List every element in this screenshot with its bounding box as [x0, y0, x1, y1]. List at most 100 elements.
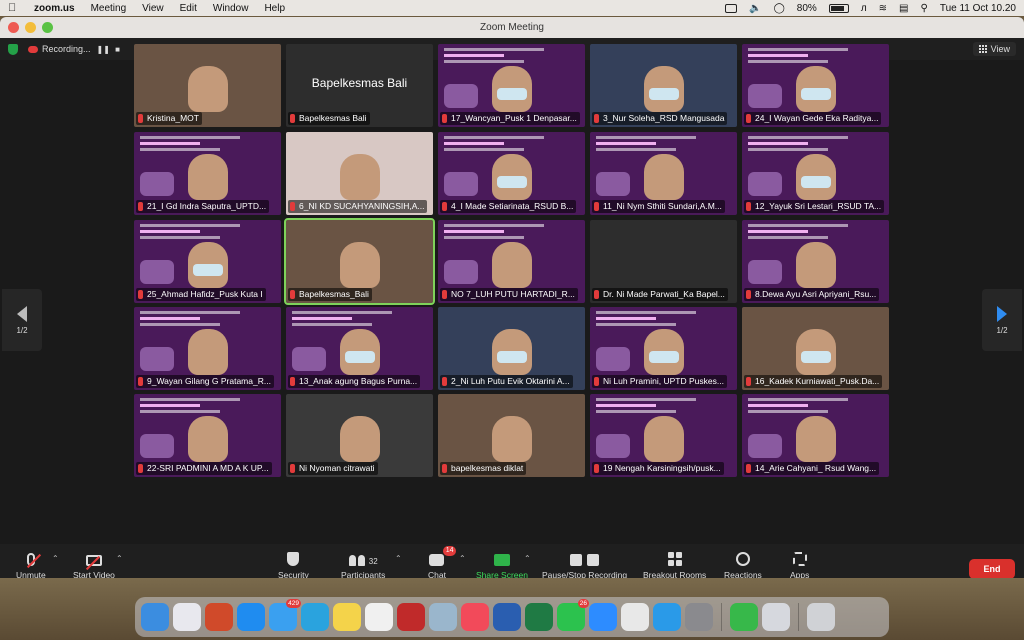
- chrome-icon[interactable]: [621, 603, 649, 631]
- chat-button[interactable]: 14 Chat: [428, 546, 457, 580]
- participant-tile[interactable]: 24_I Wayan Gede Eka Raditya...: [742, 44, 889, 127]
- participants-icon: [348, 554, 365, 566]
- participant-tile[interactable]: 9_Wayan Gilang G Pratama_R...: [134, 307, 281, 390]
- app-store-icon[interactable]: [237, 603, 265, 631]
- participant-tile[interactable]: NO 7_LUH PUTU HARTADI_R...: [438, 220, 585, 303]
- spotlight-icon[interactable]: ⚲: [921, 3, 928, 14]
- preview-icon[interactable]: [762, 603, 790, 631]
- face-mask: [496, 88, 527, 100]
- wifi-icon[interactable]: ≋: [879, 3, 887, 14]
- start-video-button[interactable]: Start Video: [73, 550, 115, 580]
- participant-tile[interactable]: 12_Yayuk Sri Lestari_RSUD TA...: [742, 132, 889, 215]
- stop-recording-icon[interactable]: ■: [113, 45, 123, 54]
- fullscreen-window-icon[interactable]: [42, 22, 53, 33]
- mic-muted-icon: [746, 464, 751, 473]
- music-icon[interactable]: [461, 603, 489, 631]
- participant-tile[interactable]: Bapelkesmas Bali Bapelkesmas Bali: [286, 44, 433, 127]
- face-mask: [496, 351, 527, 363]
- battery-percent[interactable]: 80%: [797, 3, 817, 14]
- participants-button[interactable]: 32 Participants: [341, 550, 385, 580]
- face-mask: [496, 176, 527, 188]
- excel-icon[interactable]: [525, 603, 553, 631]
- clock-datetime[interactable]: Tue 11 Oct 10.20: [940, 3, 1016, 14]
- share-options-chevron-icon[interactable]: ⌃: [524, 554, 531, 563]
- participant-tile[interactable]: 19 Nengah Karsiningsih/pusk...: [590, 394, 737, 477]
- apps-button[interactable]: Apps: [790, 550, 809, 580]
- participant-name-label: 19 Nengah Karsiningsih/pusk...: [592, 462, 724, 475]
- participant-tile[interactable]: 13_Anak agung Bagus Purna...: [286, 307, 433, 390]
- pause-icon: [570, 554, 583, 566]
- launchpad-icon[interactable]: [173, 603, 201, 631]
- finder-icon[interactable]: [141, 603, 169, 631]
- participant-tile[interactable]: Kristina_MOT: [134, 44, 281, 127]
- volume-icon[interactable]: 🔈: [749, 3, 761, 14]
- participant-tile[interactable]: 8.Dewa Ayu Asri Apriyani_Rsu...: [742, 220, 889, 303]
- zoom-icon[interactable]: [589, 603, 617, 631]
- quicktime-icon[interactable]: [429, 603, 457, 631]
- word-icon[interactable]: [493, 603, 521, 631]
- participant-tile[interactable]: 21_I Gd Indra Saputra_UPTD...: [134, 132, 281, 215]
- breakout-rooms-button[interactable]: Breakout Rooms: [643, 550, 706, 580]
- bluetooth-icon[interactable]: л: [861, 3, 867, 14]
- facetime-icon[interactable]: [730, 603, 758, 631]
- bluetooth-headphone-icon[interactable]: ◯: [774, 3, 785, 14]
- photos-icon[interactable]: [365, 603, 393, 631]
- participant-tile[interactable]: 6_NI KD SUCAHYANINGSIH,A...: [286, 132, 433, 215]
- trash-icon[interactable]: [807, 603, 835, 631]
- participant-tile[interactable]: 11_Ni Nym Sthiti Sundari,A.M...: [590, 132, 737, 215]
- participant-tile[interactable]: 2_Ni Luh Putu Evik Oktarini A...: [438, 307, 585, 390]
- menu-help[interactable]: Help: [264, 3, 285, 14]
- encryption-shield-icon[interactable]: [8, 43, 18, 55]
- mendeley-icon[interactable]: [397, 603, 425, 631]
- participant-name-label: Bapelkesmas_Bali: [288, 288, 372, 301]
- previous-page-button[interactable]: 1/2: [2, 289, 42, 351]
- share-screen-button[interactable]: Share Screen: [476, 550, 528, 580]
- next-page-button[interactable]: 1/2: [982, 289, 1022, 351]
- menu-view[interactable]: View: [142, 3, 164, 14]
- participants-options-chevron-icon[interactable]: ⌃: [395, 554, 402, 563]
- chat-options-chevron-icon[interactable]: ⌃: [459, 554, 466, 563]
- participant-tile[interactable]: Dr. Ni Made Parwati_Ka Bapel...: [590, 220, 737, 303]
- whatsapp-icon[interactable]: 26: [557, 599, 589, 631]
- view-button[interactable]: View: [972, 42, 1016, 56]
- page-indicator-right: 1/2: [996, 325, 1008, 335]
- recording-indicator[interactable]: Recording...: [28, 44, 91, 54]
- telegram-icon[interactable]: [301, 603, 329, 631]
- participant-tile[interactable]: Ni Luh Pramini, UPTD Puskes...: [590, 307, 737, 390]
- menu-app-name[interactable]: zoom.us: [34, 3, 75, 14]
- participant-tile[interactable]: 16_Kadek Kurniawati_Pusk.Da...: [742, 307, 889, 390]
- zoom-menubar-icon[interactable]: [725, 3, 738, 13]
- participant-tile[interactable]: 14_Arie Cahyani_ Rsud Wang...: [742, 394, 889, 477]
- menu-meeting[interactable]: Meeting: [91, 3, 127, 14]
- unmute-button[interactable]: Unmute: [16, 550, 46, 580]
- participant-tile[interactable]: 25_Ahmad Hafidz_Pusk Kuta I: [134, 220, 281, 303]
- battery-icon[interactable]: [828, 3, 849, 13]
- close-window-icon[interactable]: [8, 22, 19, 33]
- control-center-icon[interactable]: ▤: [899, 3, 908, 14]
- safari-icon[interactable]: [653, 603, 681, 631]
- mic-muted-icon: [442, 114, 447, 123]
- powerpoint-icon[interactable]: [205, 603, 233, 631]
- participant-tile[interactable]: bapelkesmas diklat: [438, 394, 585, 477]
- minimize-window-icon[interactable]: [25, 22, 36, 33]
- video-options-chevron-icon[interactable]: ⌃: [116, 554, 123, 563]
- participant-tile[interactable]: 22-SRI PADMINI A MD A K UP...: [134, 394, 281, 477]
- participant-name-label: 4_I Made Setiarinata_RSUD B...: [440, 200, 577, 213]
- pause-stop-recording-button[interactable]: Pause/Stop Recording: [542, 550, 627, 580]
- participant-tile[interactable]: 4_I Made Setiarinata_RSUD B...: [438, 132, 585, 215]
- apple-icon[interactable]: : [8, 2, 22, 14]
- participant-tile[interactable]: Bapelkesmas_Bali: [284, 218, 435, 305]
- system-settings-icon[interactable]: [685, 603, 713, 631]
- audio-options-chevron-icon[interactable]: ⌃: [52, 554, 59, 563]
- notes-icon[interactable]: [333, 603, 361, 631]
- participant-tile[interactable]: 17_Wancyan_Pusk 1 Denpasar...: [438, 44, 585, 127]
- end-meeting-button[interactable]: End: [969, 559, 1015, 579]
- mail-icon[interactable]: 429: [269, 599, 301, 631]
- reactions-button[interactable]: Reactions: [724, 550, 762, 580]
- participant-tile[interactable]: 3_Nur Soleha_RSD Mangusada: [590, 44, 737, 127]
- participant-tile[interactable]: Ni Nyoman citrawati: [286, 394, 433, 477]
- menu-window[interactable]: Window: [213, 3, 249, 14]
- menu-edit[interactable]: Edit: [180, 3, 197, 14]
- pause-recording-icon[interactable]: ❚❚: [97, 45, 110, 54]
- security-button[interactable]: Security: [278, 550, 309, 580]
